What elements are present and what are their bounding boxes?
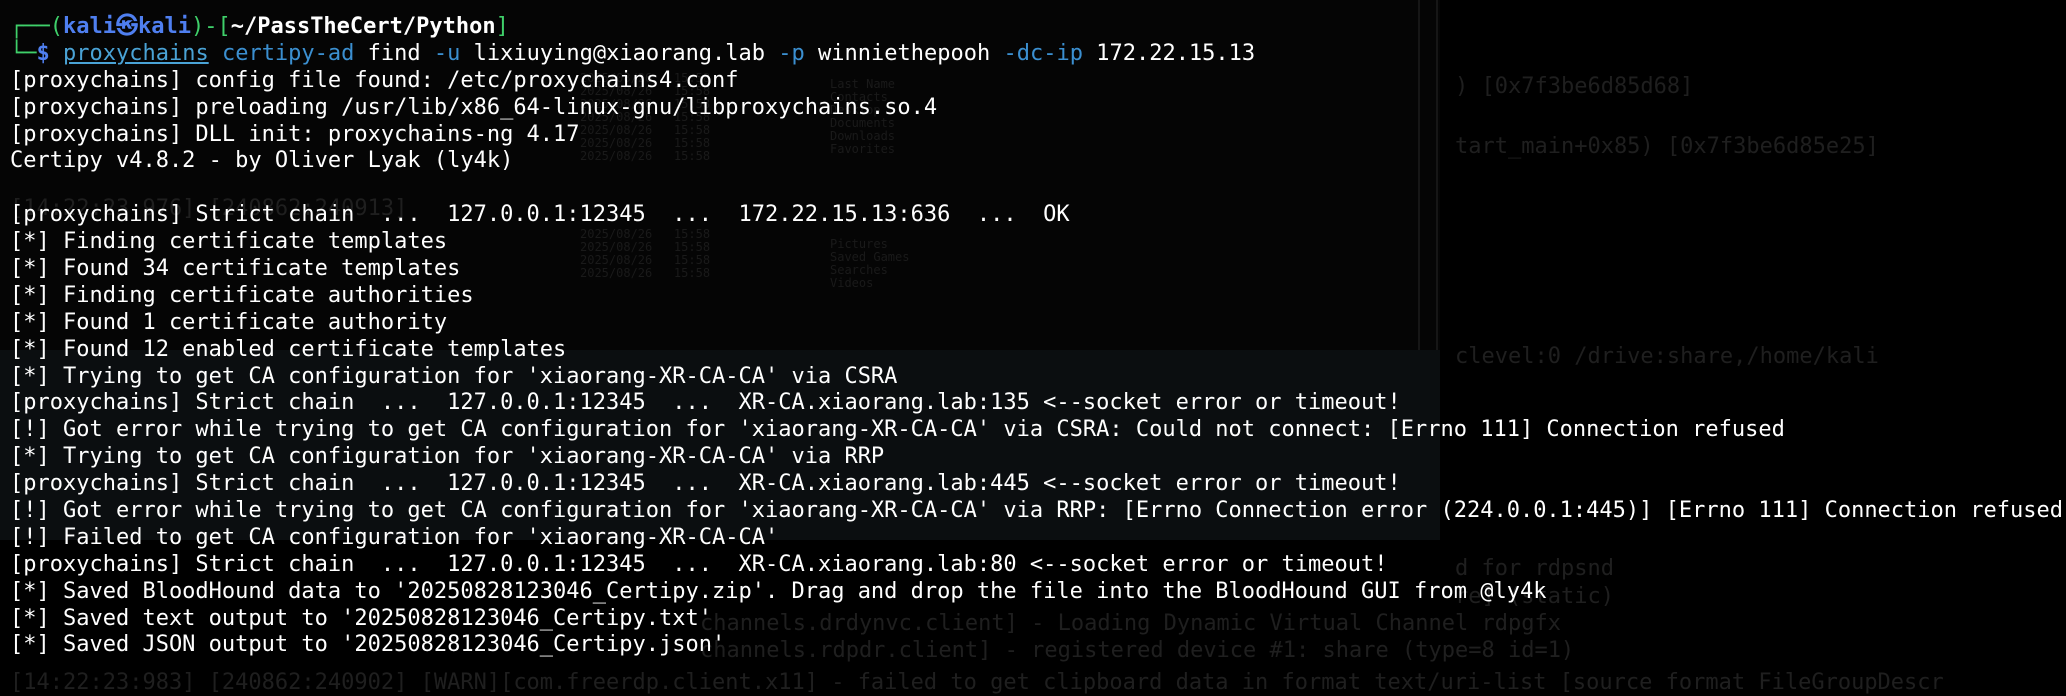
output-line: [proxychains] Strict chain ... 127.0.0.1… — [10, 390, 1401, 416]
output-line: [proxychains] Strict chain ... 127.0.0.1… — [10, 471, 1401, 497]
command-program: proxychains — [63, 40, 209, 66]
prompt-dollar: $ — [36, 40, 50, 66]
output-line: [*] Trying to get CA configuration for '… — [10, 444, 885, 470]
output-line: [proxychains] DLL init: proxychains-ng 4… — [10, 121, 580, 147]
output-line: [proxychains] config file found: /etc/pr… — [10, 67, 739, 93]
prompt-line-top: ┌──(kali㉿kali)-[~/PassTheCert/Python] — [10, 14, 2060, 41]
command-flag: -dc-ip — [1003, 40, 1083, 66]
output-line: [!] Failed to get CA configuration for '… — [10, 524, 779, 550]
output-line: [proxychains] preloading /usr/lib/x86_64… — [10, 94, 938, 120]
background-text: [14:22:23:983] [240862:240902] [WARN][co… — [10, 670, 1944, 695]
prompt-user: kali — [62, 14, 116, 39]
output-line: [*] Saved JSON output to '20250828123046… — [10, 632, 726, 658]
command-arg: winniethepooh — [818, 40, 991, 66]
output-line: [*] Finding certificate authorities — [10, 282, 474, 308]
output-line: Certipy v4.8.2 - by Oliver Lyak (ly4k) — [10, 148, 514, 174]
prompt-path: ~/PassTheCert/Python — [230, 14, 496, 39]
prompt-frame: └─ — [10, 40, 37, 66]
output-line: [*] Found 1 certificate authority — [10, 309, 448, 335]
output-line: [*] Finding certificate templates — [10, 229, 448, 255]
command-line[interactable]: └─$ proxychains certipy-ad find -u lixiu… — [10, 41, 2060, 68]
output-line: [proxychains] Strict chain ... 127.0.0.1… — [10, 202, 1070, 228]
output-line: [proxychains] Strict chain ... 127.0.0.1… — [10, 551, 1388, 577]
output-line: [!] Got error while trying to get CA con… — [10, 417, 1785, 443]
output-line: [*] Saved text output to '20250828123046… — [10, 605, 712, 631]
prompt-frame: ┌──( — [10, 14, 63, 39]
terminal-output: ┌──(kali㉿kali)-[~/PassTheCert/Python] └─… — [10, 14, 2063, 659]
command-arg: lixiuying@xiaorang.lab — [473, 40, 766, 66]
prompt-host: kali — [137, 14, 191, 39]
command-arg: 172.22.15.13 — [1096, 40, 1256, 66]
output-line: [*] Trying to get CA configuration for '… — [10, 363, 898, 389]
output-line: [*] Found 34 certificate templates — [10, 256, 461, 282]
command-tool: certipy-ad — [221, 40, 355, 66]
command-subcommand: find — [367, 40, 421, 66]
command-flag: -p — [778, 40, 805, 66]
prompt-frame: )-[ — [190, 14, 231, 39]
prompt-frame: ] — [495, 14, 509, 39]
command-flag: -u — [433, 40, 461, 66]
prompt-at: ㉿ — [115, 14, 138, 39]
output-line: [*] Saved BloodHound data to '2025082812… — [10, 578, 1547, 604]
output-line: [!] Got error while trying to get CA con… — [10, 498, 2063, 524]
output-line: [*] Found 12 enabled certificate templat… — [10, 336, 567, 362]
